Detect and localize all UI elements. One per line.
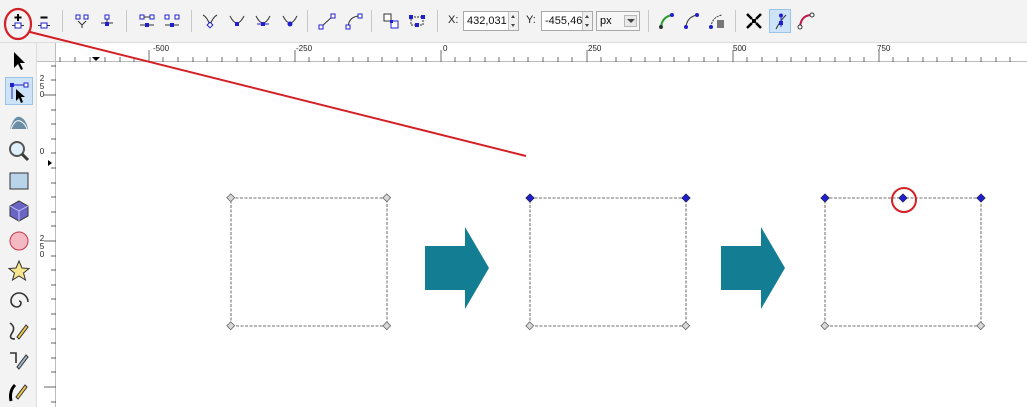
stroke-to-path-button[interactable] [406, 9, 428, 33]
rectangle-icon [9, 172, 29, 190]
outline-icon [797, 12, 815, 30]
zoom-magnifier-icon [9, 141, 30, 162]
tweak-icon [10, 116, 28, 130]
handles-icon [775, 13, 787, 30]
segment-to-curve-button[interactable] [343, 9, 365, 33]
delete-segment-icon [164, 14, 180, 27]
edit-clip-button[interactable] [681, 9, 703, 33]
object-to-path-icon [383, 13, 399, 29]
ruler-corner [37, 43, 56, 62]
ruler-label: 250 [588, 44, 602, 53]
pencil-tool[interactable] [5, 317, 33, 345]
break-path-icon [101, 14, 113, 26]
calligraphy-icon [9, 383, 28, 402]
star-icon [7, 259, 31, 282]
ruler-label: 0 [443, 44, 448, 53]
ruler-label: 0 [39, 90, 45, 99]
show-handles-button[interactable] [769, 9, 791, 33]
y-coordinate-value: -455,46 [545, 15, 583, 27]
segment-line-icon [318, 13, 336, 30]
next-path-effect-button[interactable] [656, 9, 678, 33]
3d-box-icon [9, 200, 29, 222]
join-segment-button[interactable] [136, 9, 158, 33]
node-smooth-icon [229, 15, 245, 26]
node-edit-icon [10, 82, 29, 103]
x-spin-arrows-icon[interactable] [508, 12, 518, 30]
y-coordinate-field[interactable]: -455,46 [541, 11, 593, 31]
tool-palette [0, 43, 37, 407]
ruler-label: 0 [39, 147, 45, 156]
segment-curve-icon [345, 13, 363, 30]
ellipse-icon [9, 231, 29, 251]
node-tool[interactable] [5, 77, 33, 105]
delete-segment-button[interactable] [161, 9, 183, 33]
3d-box-tool[interactable] [5, 197, 33, 225]
y-spin-arrows-icon[interactable] [582, 12, 592, 30]
x-coordinate-label: X: [448, 14, 459, 26]
delete-node-button[interactable] [33, 9, 55, 33]
y-coordinate-label: Y: [526, 14, 536, 26]
chevron-down-icon [624, 15, 637, 27]
object-to-path-button[interactable] [380, 9, 402, 33]
unit-select[interactable]: px [596, 11, 640, 31]
pen-tool[interactable] [5, 347, 33, 375]
node-auto-smooth-button[interactable] [279, 9, 301, 33]
calligraphy-tool[interactable] [5, 377, 33, 405]
vertical-ruler[interactable]: 2 5 0 0 2 5 0 [37, 62, 56, 407]
tweak-tool[interactable] [5, 107, 33, 135]
break-path-button[interactable] [96, 9, 118, 33]
node-tool-controls-bar: X: 432,031 Y: -455,46 px [0, 0, 1027, 43]
drawing-canvas[interactable] [56, 62, 1027, 407]
clip-path-icon [684, 13, 699, 29]
insert-node-icon [12, 14, 24, 29]
unit-value: px [600, 15, 612, 27]
star-tool[interactable] [5, 257, 33, 285]
transform-handles-icon [746, 13, 762, 29]
x-coordinate-field[interactable]: 432,031 [463, 11, 519, 31]
pencil-icon [9, 322, 29, 340]
pen-bezier-icon [10, 352, 29, 370]
segment-to-line-button[interactable] [316, 9, 338, 33]
edit-mask-button[interactable] [706, 9, 728, 33]
node-symmetric-button[interactable] [252, 9, 274, 33]
horizontal-ruler[interactable]: -500 -250 0 250 500 750 [56, 43, 1027, 62]
mask-icon [709, 14, 724, 29]
join-segment-icon [139, 14, 155, 27]
selector-tool[interactable] [5, 47, 33, 75]
ellipse-tool[interactable] [5, 227, 33, 255]
spiral-icon [10, 292, 29, 308]
join-nodes-button[interactable] [71, 9, 93, 33]
ruler-label: -250 [296, 44, 313, 53]
select-arrow-icon [14, 52, 25, 70]
show-transform-handles-button[interactable] [743, 9, 765, 33]
x-coordinate-value: 432,031 [467, 15, 507, 27]
node-cusp-icon [202, 14, 218, 29]
node-smooth-button[interactable] [226, 9, 248, 33]
ruler-label: 500 [733, 44, 747, 53]
insert-node-button[interactable] [7, 9, 29, 33]
stroke-to-path-icon [409, 15, 425, 27]
rectangle-tool[interactable] [5, 167, 33, 195]
zoom-tool[interactable] [5, 137, 33, 165]
join-nodes-icon [75, 14, 89, 28]
ruler-label: -500 [153, 44, 170, 53]
node-symmetric-icon [255, 15, 271, 26]
ruler-label: 0 [39, 250, 45, 259]
delete-node-icon [38, 16, 50, 29]
spiral-tool[interactable] [5, 287, 33, 315]
path-effect-icon [659, 13, 674, 29]
node-auto-smooth-icon [282, 15, 298, 27]
show-outline-button[interactable] [795, 9, 817, 33]
ruler-label: 750 [877, 44, 891, 53]
node-cusp-button[interactable] [199, 9, 221, 33]
